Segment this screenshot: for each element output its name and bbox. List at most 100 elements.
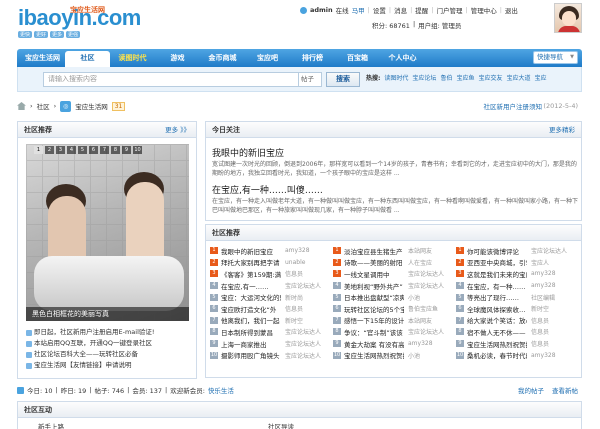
more-link[interactable]: 更多 》》 bbox=[165, 122, 190, 138]
hot-word[interactable]: 宝应鱼 bbox=[456, 73, 474, 82]
list-item[interactable]: 6 宝应欧打造文化“外 信息员 bbox=[210, 303, 333, 315]
thread-title[interactable]: 宝应生活网热烈祝贺扬州 bbox=[344, 350, 404, 360]
thread-author[interactable]: 新时空 bbox=[531, 304, 549, 313]
thread-title[interactable]: 等亮出了现行…… bbox=[467, 292, 527, 302]
thread-title[interactable]: 摄影师用殴广角镜头 bbox=[221, 350, 281, 360]
list-item[interactable]: 9 上海一商家推出 宝应论坛达人 bbox=[210, 338, 333, 350]
list-item[interactable]: 4 在宝应，有一种…… amy328 bbox=[456, 280, 579, 292]
nav-item-games[interactable]: 游戏 bbox=[155, 49, 200, 67]
thread-author[interactable]: 鲁伯宝应鱼 bbox=[408, 304, 438, 313]
thread-title[interactable]: 日本制所得到蒙昌 bbox=[221, 327, 281, 337]
thread-author[interactable]: 本站网友 bbox=[408, 246, 432, 255]
thread-title[interactable]: 给大家说个笑话：放心 bbox=[467, 315, 527, 325]
thread-title[interactable]: 玩转社区论坛的5个宝贝 bbox=[344, 304, 404, 314]
new-posts-link[interactable]: 查看新帖 bbox=[552, 385, 578, 395]
thread-title[interactable]: 这就是我们未来的宝应 bbox=[467, 269, 527, 279]
thread-author[interactable]: 宝应人 bbox=[531, 258, 549, 267]
thread-author[interactable]: 宝应论坛达人 bbox=[285, 281, 321, 290]
thread-title[interactable]: 宿不做人无不休—— bbox=[467, 327, 527, 337]
list-item[interactable]: 1 你可能该微博评论 宝应论坛达人 bbox=[456, 245, 579, 257]
thread-title[interactable]: 我眼中的新旧宝应 bbox=[221, 246, 281, 256]
thread-title[interactable]: 诗歌——美丽的射阳 bbox=[344, 257, 404, 267]
home-icon[interactable] bbox=[17, 102, 26, 110]
usergroup-link[interactable]: 用户组: 管理员 bbox=[418, 20, 461, 32]
list-item[interactable]: 10宝应生活网热烈祝贺扬州小池 bbox=[333, 349, 456, 361]
list-item[interactable]: 3 《客客》第159期:满 信息员 bbox=[210, 268, 333, 280]
thread-author[interactable]: 社区编辑 bbox=[531, 293, 555, 302]
breadcrumb-forum[interactable]: 宝应生活网 bbox=[75, 101, 108, 111]
list-item[interactable]: 2 亚西亚中央商城，引领 宝应人 bbox=[456, 257, 579, 269]
list-item[interactable]: 10 摄影师用殴广角镜头 宝应论坛达人 bbox=[210, 349, 333, 361]
username-link[interactable]: admin bbox=[310, 6, 333, 14]
list-item[interactable]: 3 这就是我们未来的宝应 amy328 bbox=[456, 268, 579, 280]
list-item[interactable]: 本站启用QQ互联，开通QQ一键登录社区 bbox=[26, 338, 194, 349]
slide-dot[interactable]: 3 bbox=[56, 146, 65, 154]
nav-item-mall[interactable]: 金币商城 bbox=[200, 49, 245, 67]
thread-author[interactable]: 小池 bbox=[408, 351, 420, 360]
slide-dot[interactable]: 4 bbox=[67, 146, 76, 154]
thread-author[interactable]: amy328 bbox=[531, 282, 556, 289]
thread-title[interactable]: 感悟一下15年的设计 bbox=[344, 315, 404, 325]
list-item[interactable]: 5 宝应：大运河文化的魅 新时尚 bbox=[210, 291, 333, 303]
thread-author[interactable]: 本站网友 bbox=[408, 316, 432, 325]
more-link[interactable]: 更多精彩 bbox=[549, 122, 575, 138]
list-item[interactable]: 即日起，社区新用户注册启用E-mail验证! bbox=[26, 327, 194, 338]
slide-dot[interactable]: 8 bbox=[111, 146, 120, 154]
interact-item[interactable]: 社区导读 bbox=[268, 421, 398, 429]
notifications-link[interactable]: 提醒 bbox=[415, 5, 428, 15]
thread-title[interactable]: 桑机必读，春节时代的美 bbox=[467, 350, 527, 360]
list-item[interactable]: 7 感悟一下15年的设计 本站网友 bbox=[333, 315, 456, 327]
nav-item-baoying-bar[interactable]: 宝应吧 bbox=[245, 49, 290, 67]
photo-caption[interactable]: 黑色白相框花的美丽写真 bbox=[26, 307, 189, 321]
list-item[interactable]: 1 我眼中的新旧宝应 amy328 bbox=[210, 245, 333, 257]
thread-author[interactable]: unable bbox=[285, 259, 305, 266]
thread-author[interactable]: amy328 bbox=[408, 340, 433, 347]
hot-word[interactable]: 读图时代 bbox=[384, 73, 408, 82]
messages-link[interactable]: 消息 bbox=[394, 5, 407, 15]
thread-title[interactable]: 争议：“官斗制”该该 bbox=[344, 327, 404, 337]
thread-title[interactable]: 《客客》第159期:满 bbox=[221, 269, 281, 279]
thread-title[interactable]: 宝应欧打造文化“外 bbox=[221, 304, 281, 314]
list-item[interactable]: 9 黄金大劫案 有没有高 amy328 bbox=[333, 338, 456, 350]
admin-center-link[interactable]: 管理中心 bbox=[471, 5, 497, 15]
slide-dot[interactable]: 7 bbox=[100, 146, 109, 154]
thread-title[interactable]: 拜托大家别再把字请 bbox=[221, 257, 281, 267]
slide-dot[interactable]: 9 bbox=[122, 146, 131, 154]
nav-item-home[interactable]: 宝应生活网 bbox=[20, 49, 65, 67]
thread-title[interactable]: 宝应：大运河文化的魅 bbox=[221, 292, 281, 302]
list-item[interactable]: 宝应生活网【友情链接】申请说明 bbox=[26, 360, 194, 371]
portal-admin-link[interactable]: 门户管理 bbox=[436, 5, 462, 15]
hot-word[interactable]: 宝应交友 bbox=[478, 73, 502, 82]
list-item[interactable]: 10桑机必读，春节时代的美 amy328 bbox=[456, 349, 579, 361]
thread-title[interactable]: 他离我们，我们一起 bbox=[221, 315, 281, 325]
list-item[interactable]: 8 争议：“官斗制”该该 宝应论坛达人 bbox=[333, 326, 456, 338]
logout-link[interactable]: 退出 bbox=[505, 5, 518, 15]
thread-author[interactable]: 宝应论坛达人 bbox=[285, 339, 321, 348]
credits-link[interactable]: 积分: 68761 bbox=[372, 20, 410, 32]
thread-title[interactable]: 上海一商家推出 bbox=[221, 339, 281, 349]
search-input[interactable]: 请输入搜索内容 bbox=[43, 72, 299, 87]
thread-author[interactable]: amy328 bbox=[531, 352, 556, 359]
thread-title[interactable]: 黄金大劫案 有没有高 bbox=[344, 339, 404, 349]
my-posts-link[interactable]: 我的帖子 bbox=[518, 385, 544, 395]
list-item[interactable]: 8 宿不做人无不休—— 信息员 bbox=[456, 326, 579, 338]
thread-title[interactable]: 日本推出盘献型“凉爽” bbox=[344, 292, 404, 302]
thread-title[interactable]: 宝应生活网热烈祝贺扬州 bbox=[467, 339, 527, 349]
thread-author[interactable]: 小池 bbox=[408, 293, 420, 302]
new-user-notice-link[interactable]: 社区新用户注册须知 bbox=[484, 101, 543, 111]
thread-author[interactable]: 信息员 bbox=[531, 327, 549, 336]
hot-word[interactable]: 宝应 bbox=[535, 73, 547, 82]
thread-title[interactable]: 在宝应，有一种…… bbox=[467, 281, 527, 291]
thread-author[interactable]: 宝应论坛达人 bbox=[408, 327, 444, 336]
site-logo[interactable]: ibaoyin.com 宝应生活网 更快 更好 更多 更强 bbox=[18, 6, 141, 40]
thread-title[interactable]: 亚西亚中央商城，引领 bbox=[467, 257, 527, 267]
thread-title[interactable]: 淡泊宝应县生猪生产 bbox=[344, 246, 404, 256]
list-item[interactable]: 6 全球魔风体探索收… 新时空 bbox=[456, 303, 579, 315]
interact-item[interactable]: 新手上路 bbox=[38, 421, 168, 429]
headline-link[interactable]: 在宝应,有一种……叫傻…… bbox=[212, 183, 323, 196]
list-item[interactable]: 4 在宝应,有一…… 宝应论坛达人 bbox=[210, 280, 333, 292]
list-item[interactable]: 8 日本制所得到蒙昌 宝应论坛达人 bbox=[210, 326, 333, 338]
slide-dot[interactable]: 10 bbox=[133, 146, 142, 154]
breadcrumb-community[interactable]: 社区 bbox=[37, 101, 50, 111]
nav-item-toolbox[interactable]: 百宝箱 bbox=[335, 49, 380, 67]
